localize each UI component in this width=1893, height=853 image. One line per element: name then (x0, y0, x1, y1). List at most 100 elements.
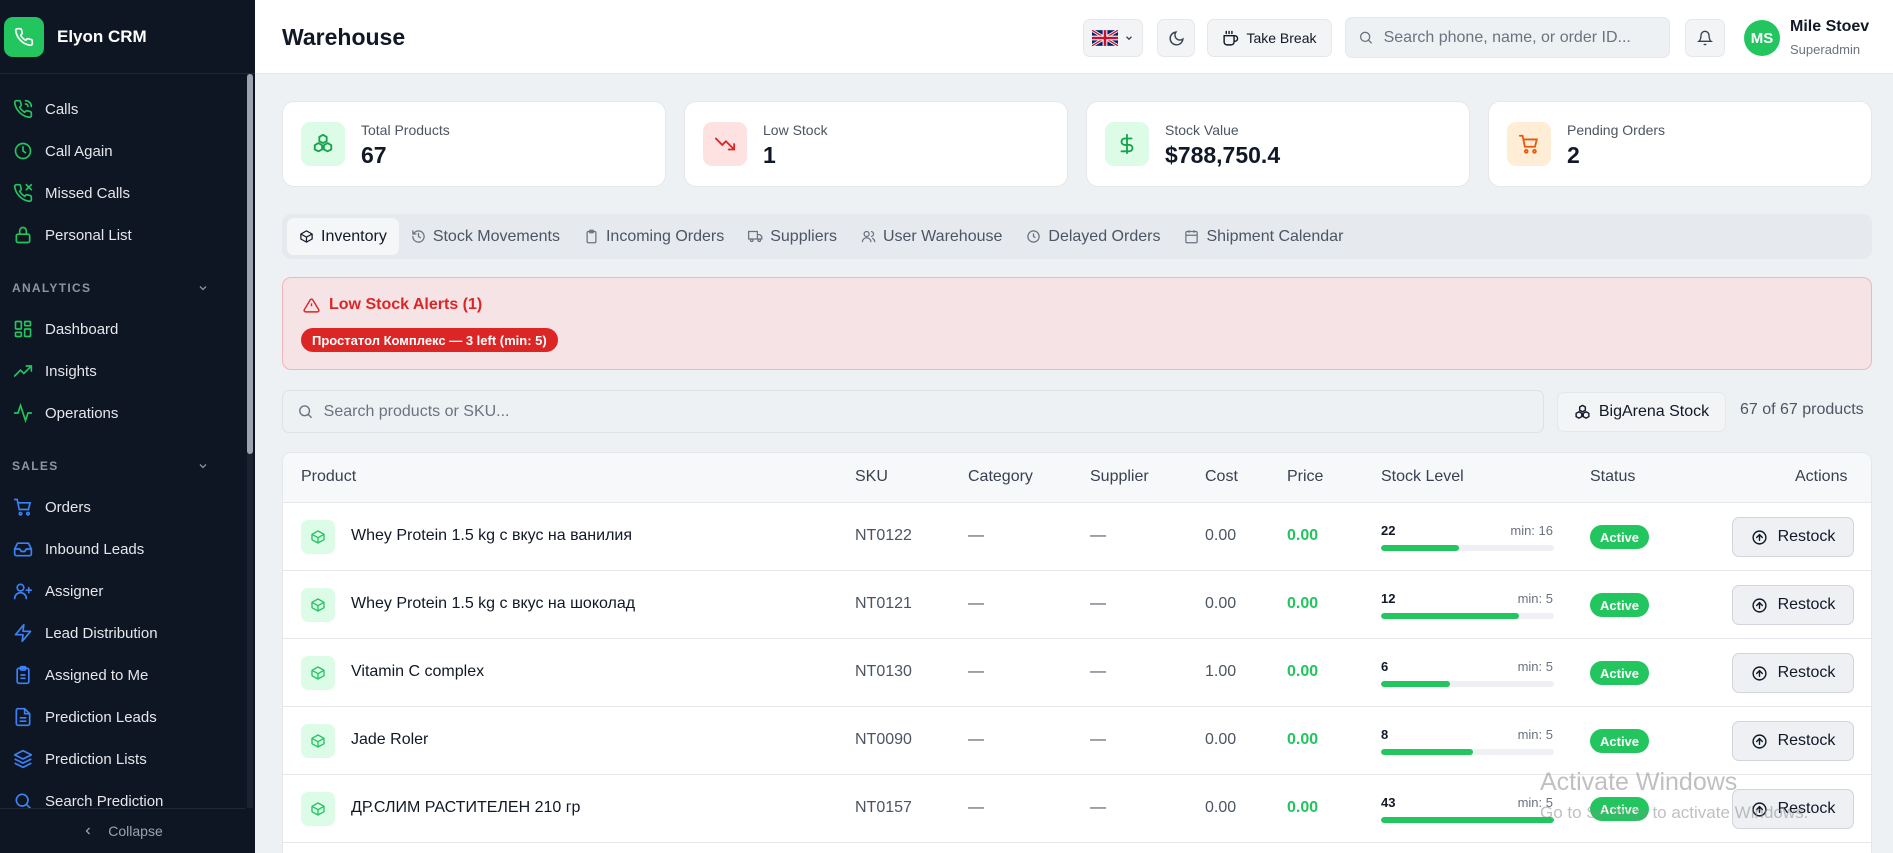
column-header-category[interactable]: Category (968, 468, 1033, 486)
restock-label: Restock (1777, 596, 1836, 613)
product-name[interactable]: Whey Protein 1.5 kg с вкус на шоколад (351, 595, 635, 613)
stock-level-bar (1381, 681, 1554, 687)
table-row[interactable]: Jade Roler NT0090 — — 0.00 0.00 8 min: 5… (283, 707, 1871, 775)
scrollbar-thumb[interactable] (247, 74, 253, 454)
arrow-up-circle-icon (1752, 665, 1767, 681)
tab-incoming-orders[interactable]: Incoming Orders (572, 218, 736, 255)
tab-user-warehouse[interactable]: User Warehouse (849, 218, 1014, 255)
alert-title-text: Low Stock Alerts (1) (329, 296, 483, 313)
column-header-supplier[interactable]: Supplier (1090, 468, 1149, 486)
stat-card-pending-orders: Pending Orders 2 (1488, 101, 1872, 187)
phone-logo-icon (4, 16, 44, 57)
sidebar-nav: Calls Call Again Missed Calls Personal L… (0, 74, 245, 808)
section-title: ANALYTICS (12, 281, 92, 295)
collapse-button[interactable]: Collapse (0, 808, 245, 853)
language-selector[interactable] (1083, 19, 1143, 57)
sidebar-item-assigner[interactable]: Assigner (0, 570, 245, 612)
clock-icon (14, 142, 32, 160)
column-header-price[interactable]: Price (1287, 468, 1323, 486)
search-icon (1359, 31, 1373, 44)
chevron-left-icon (85, 827, 91, 835)
restock-button[interactable]: Restock (1732, 653, 1854, 693)
product-supplier: — (1090, 527, 1106, 544)
dollar-icon (1105, 122, 1149, 166)
sidebar-scrollbar[interactable] (247, 74, 253, 808)
restock-button[interactable]: Restock (1732, 517, 1854, 557)
package-icon (300, 230, 313, 243)
sidebar-item-inbound-leads[interactable]: Inbound Leads (0, 528, 245, 570)
product-search[interactable] (282, 390, 1544, 433)
stat-label: Pending Orders (1567, 122, 1666, 138)
global-search[interactable] (1345, 17, 1670, 58)
restock-label: Restock (1777, 528, 1836, 545)
sidebar-item-personal-list[interactable]: Personal List (0, 214, 245, 256)
theme-toggle-button[interactable] (1157, 19, 1195, 57)
global-search-input[interactable] (1383, 28, 1669, 47)
stock-value: 6 (1381, 659, 1389, 674)
product-name[interactable]: Jade Roler (351, 731, 428, 749)
sidebar-item-prediction-leads[interactable]: Prediction Leads (0, 696, 245, 738)
sidebar-item-orders[interactable]: Orders (0, 486, 245, 528)
product-name[interactable]: Vitamin C complex (351, 663, 484, 681)
restock-button[interactable]: Restock (1732, 721, 1854, 761)
column-header-product[interactable]: Product (301, 468, 356, 486)
section-sales[interactable]: SALES (0, 446, 245, 486)
take-break-button[interactable]: Take Break (1207, 19, 1332, 57)
sidebar-item-insights[interactable]: Insights (0, 350, 245, 392)
brand[interactable]: Elyon CRM (0, 0, 255, 74)
column-header-sku[interactable]: SKU (855, 468, 888, 486)
sidebar-item-dashboard[interactable]: Dashboard (0, 308, 245, 350)
stock-level-fill (1381, 749, 1473, 755)
stock-value: 12 (1381, 591, 1396, 606)
tab-shipment-calendar[interactable]: Shipment Calendar (1172, 218, 1355, 255)
product-name[interactable]: Whey Protein 1.5 kg с вкус на ванилия (351, 527, 632, 545)
notifications-button[interactable] (1685, 19, 1725, 57)
sidebar-item-operations[interactable]: Operations (0, 392, 245, 434)
activity-icon (13, 403, 33, 423)
tab-delayed-orders[interactable]: Delayed Orders (1014, 218, 1172, 255)
tab-label: Delayed Orders (1048, 227, 1161, 245)
product-name[interactable]: ДР.СЛИМ РАСТИТЕЛЕН 210 гр (351, 799, 580, 817)
tab-label: Suppliers (770, 227, 837, 245)
moon-icon (1169, 30, 1184, 45)
sidebar-item-lead-distribution[interactable]: Lead Distribution (0, 612, 245, 654)
layers-icon (13, 749, 33, 769)
sidebar-item-label: Prediction Lists (45, 750, 147, 768)
table-row[interactable]: Whey Protein 1.5 kg с вкус на ванилия NT… (283, 503, 1871, 571)
dashboard-icon (14, 320, 32, 338)
section-analytics[interactable]: ANALYTICS (0, 268, 245, 308)
column-header-status[interactable]: Status (1590, 468, 1635, 486)
package-icon (301, 792, 335, 826)
sidebar-item-calls[interactable]: Calls (0, 88, 245, 130)
sidebar-item-missed-calls[interactable]: Missed Calls (0, 172, 245, 214)
avatar[interactable]: MS (1744, 20, 1780, 56)
stock-level-bar (1381, 749, 1554, 755)
tab-label: Shipment Calendar (1206, 227, 1344, 245)
table-row[interactable]: Vitamin C complex NT0130 — — 1.00 0.00 6… (283, 639, 1871, 707)
low-stock-chip[interactable]: Простатол Комплекс — 3 left (min: 5) (301, 328, 558, 352)
table-row[interactable]: Whey Protein 1.5 kg с вкус на шоколад NT… (283, 571, 1871, 639)
search-icon (299, 405, 313, 419)
product-cost: 0.00 (1205, 595, 1237, 612)
bell-icon (1697, 30, 1713, 46)
tab-inventory[interactable]: Inventory (287, 218, 399, 255)
sidebar-item-call-again[interactable]: Call Again (0, 130, 245, 172)
product-supplier: — (1090, 595, 1106, 612)
product-search-input[interactable] (323, 402, 1543, 421)
restock-button[interactable]: Restock (1732, 585, 1854, 625)
sidebar-item-prediction-lists[interactable]: Prediction Lists (0, 738, 245, 780)
warning-icon (303, 297, 320, 313)
uk-flag-icon (1092, 30, 1118, 46)
user-role: Superadmin (1790, 42, 1861, 57)
tab-suppliers[interactable]: Suppliers (736, 218, 849, 255)
status-badge: Active (1590, 593, 1650, 617)
sidebar-item-assigned-to-me[interactable]: Assigned to Me (0, 654, 245, 696)
chevron-down-icon (1126, 36, 1132, 41)
stock-source-button[interactable]: BigArena Stock (1557, 392, 1726, 432)
product-sku: NT0090 (855, 731, 912, 748)
column-header-stock-level[interactable]: Stock Level (1381, 468, 1464, 486)
tab-stock-movements[interactable]: Stock Movements (399, 218, 572, 255)
column-header-cost[interactable]: Cost (1205, 468, 1238, 486)
sidebar-item-search-prediction[interactable]: Search Prediction (0, 780, 245, 808)
product-category: — (968, 527, 984, 544)
